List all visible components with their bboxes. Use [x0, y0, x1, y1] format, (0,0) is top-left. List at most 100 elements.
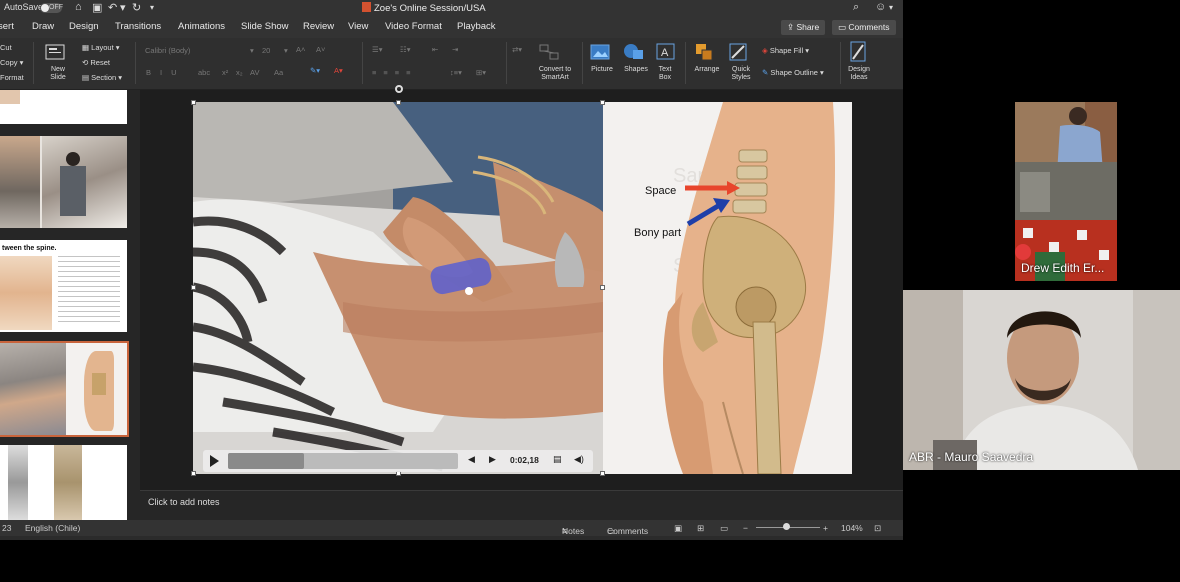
numbering-icon[interactable]: ☷▾ — [400, 45, 411, 54]
section-button[interactable]: ▤ Section ▾ — [82, 73, 122, 82]
notes-pane[interactable]: Click to add notes — [140, 490, 903, 520]
new-slide-label[interactable]: New Slide — [44, 66, 72, 82]
slide-thumbnail[interactable]: tween the spine. — [0, 240, 127, 332]
save-icon[interactable]: ▣ — [92, 1, 102, 14]
tab-slide-show[interactable]: Slide Show — [241, 21, 289, 32]
strikethrough-icon[interactable]: abc — [198, 68, 210, 77]
tab-design[interactable]: Design — [69, 21, 99, 32]
quick-styles-icon[interactable] — [728, 42, 754, 64]
customize-icon[interactable]: ▾ — [150, 3, 154, 12]
shapes-icon[interactable] — [622, 42, 648, 62]
slide-thumbnail[interactable] — [0, 136, 127, 228]
comments-button[interactable]: ▭ Comments — [832, 20, 896, 35]
video-progress-track[interactable] — [228, 453, 458, 469]
font-name-field[interactable]: Calibri (Body) — [145, 46, 253, 55]
slide-video[interactable] — [193, 102, 603, 474]
resize-handle[interactable] — [396, 100, 401, 105]
change-case-icon[interactable]: Aa — [274, 68, 283, 77]
highlight-icon[interactable]: ✎▾ — [310, 66, 320, 75]
shapes-label[interactable]: Shapes — [620, 66, 652, 74]
text-box-label[interactable]: Text Box — [652, 66, 678, 82]
tab-review[interactable]: Review — [303, 21, 334, 32]
undo-dropdown-icon[interactable]: ▾ — [120, 1, 126, 14]
zoom-in-icon[interactable]: + — [823, 523, 828, 533]
text-format-icons[interactable]: BIU — [146, 68, 186, 77]
shape-outline-button[interactable]: ✎ Shape Outline ▾ — [762, 68, 824, 77]
bullets-icon[interactable]: ☰▾ — [372, 45, 383, 54]
text-box-icon[interactable]: A — [656, 43, 676, 61]
resize-handle[interactable] — [191, 285, 196, 290]
resize-handle[interactable] — [191, 471, 196, 476]
slide-thumbnail-selected[interactable] — [0, 341, 129, 437]
reset-button[interactable]: ⟲ Reset — [82, 58, 110, 67]
participant-name: Drew Edith Er... — [1021, 261, 1105, 275]
format-painter-button[interactable]: Format — [0, 73, 24, 82]
line-spacing-icon[interactable]: ↕≡▾ — [450, 68, 462, 77]
text-direction-icon[interactable]: ⇄▾ — [512, 45, 522, 54]
arrange-label[interactable]: Arrange — [690, 66, 724, 74]
anatomy-image[interactable]: Sample Use Sample Use Sample Use Sample … — [603, 102, 852, 474]
search-icon[interactable]: ⌕ — [853, 1, 859, 14]
subscript-icon[interactable]: x₂ — [236, 68, 243, 77]
picture-label[interactable]: Picture — [586, 66, 618, 74]
participant-tile[interactable]: Drew Edith Er... — [1015, 102, 1117, 281]
font-size-field[interactable]: 20 — [262, 46, 270, 55]
layout-button[interactable]: ▦ Layout ▾ — [82, 43, 120, 52]
convert-smartart-label[interactable]: Convert to SmartArt — [532, 66, 578, 82]
zoom-slider-thumb[interactable] — [783, 523, 790, 530]
alignment-icons[interactable]: ≡≡≡≡ — [372, 68, 418, 77]
resize-handle[interactable] — [191, 100, 196, 105]
rewind-icon[interactable]: ◀ — [468, 454, 475, 465]
account-dropdown-icon[interactable]: ▾ — [889, 3, 893, 12]
slide-sorter-icon[interactable]: ⊞ — [697, 523, 704, 534]
smartart-icon[interactable] — [538, 43, 560, 61]
columns-icon[interactable]: ⊞▾ — [476, 68, 486, 77]
increase-indent-icon[interactable]: ⇥ — [452, 45, 458, 54]
slide-thumbnail[interactable] — [0, 90, 127, 124]
language-indicator[interactable]: English (Chile) — [25, 523, 80, 533]
redo-icon[interactable]: ↻ — [132, 1, 141, 14]
decrease-indent-icon[interactable]: ⇤ — [432, 45, 438, 54]
resize-handle[interactable] — [600, 100, 605, 105]
shape-fill-button[interactable]: ◈ Shape Fill ▾ — [762, 46, 809, 55]
resize-handle[interactable] — [600, 285, 605, 290]
new-slide-icon[interactable] — [45, 42, 67, 62]
character-spacing-icon[interactable]: AV — [250, 68, 259, 77]
rotate-handle-icon[interactable] — [395, 85, 403, 93]
participant-tile[interactable]: ABR - Mauro Saavedra — [903, 290, 1180, 470]
cut-button[interactable]: Cut — [0, 43, 12, 52]
play-icon[interactable] — [210, 455, 219, 467]
shrink-font-icon[interactable]: A˅ — [316, 45, 325, 54]
design-ideas-icon[interactable] — [849, 41, 869, 63]
tab-animations[interactable]: Animations — [178, 21, 225, 32]
resize-handle[interactable] — [600, 471, 605, 476]
reading-view-icon[interactable]: ▭ — [720, 523, 728, 534]
tab-view[interactable]: View — [348, 21, 368, 32]
tab-playback[interactable]: Playback — [457, 21, 496, 32]
quick-styles-label[interactable]: Quick Styles — [724, 66, 758, 82]
design-ideas-label[interactable]: Design Ideas — [843, 66, 875, 82]
slide-thumbnail[interactable] — [0, 445, 127, 520]
tab-draw[interactable]: Draw — [32, 21, 54, 32]
captions-icon[interactable]: ▤ — [553, 454, 562, 465]
tab-video-format[interactable]: Video Format — [385, 21, 442, 32]
share-button[interactable]: ⇪ Share — [781, 20, 826, 35]
volume-icon[interactable]: ◀) — [574, 454, 584, 465]
autosave-toggle[interactable]: OFF — [40, 3, 63, 13]
superscript-icon[interactable]: x² — [222, 68, 228, 77]
grow-font-icon[interactable]: A˄ — [296, 45, 305, 54]
arrange-icon[interactable] — [694, 42, 720, 64]
zoom-out-icon[interactable]: − — [743, 523, 748, 533]
fit-slide-icon[interactable]: ⊡ — [874, 523, 881, 534]
account-icon[interactable]: ☺ — [875, 1, 886, 13]
tab-insert[interactable]: sert — [0, 21, 14, 32]
normal-view-icon[interactable]: ▣ — [674, 523, 682, 534]
tab-transitions[interactable]: Transitions — [115, 21, 161, 32]
font-color-icon[interactable]: A▾ — [334, 66, 343, 75]
undo-icon[interactable]: ↶ — [108, 1, 117, 14]
copy-button[interactable]: Copy ▾ — [0, 58, 23, 67]
home-icon[interactable]: ⌂ — [75, 1, 82, 13]
forward-icon[interactable]: ▶ — [489, 454, 496, 465]
picture-icon[interactable] — [590, 43, 612, 61]
zoom-level[interactable]: 104% — [841, 523, 863, 533]
